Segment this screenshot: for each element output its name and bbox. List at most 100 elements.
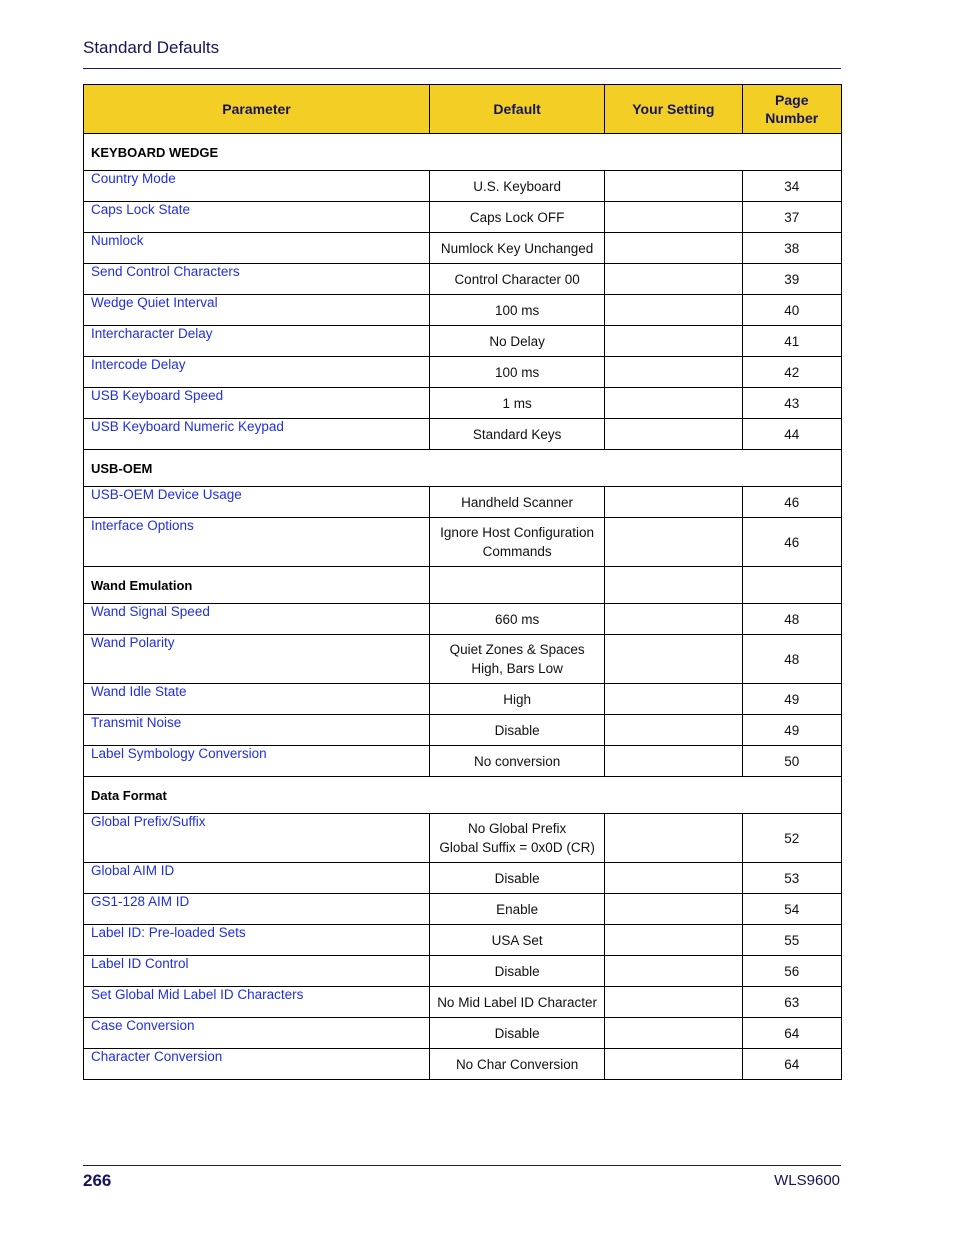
parameter-link[interactable]: Character Conversion: [91, 1049, 222, 1064]
parameter-link[interactable]: Country Mode: [91, 171, 176, 186]
table-row: USB-OEM Device Usage Handheld Scanner 46: [82, 486, 842, 518]
table-row: Set Global Mid Label ID Characters No Mid…: [82, 986, 842, 1018]
your-setting-cell: [604, 263, 743, 295]
your-setting-cell: [604, 683, 743, 715]
section-title: USB-OEM: [83, 449, 842, 487]
your-setting-cell: [604, 603, 743, 635]
default-value: 660 ms: [429, 603, 606, 635]
table-row: Country Mode U.S. Keyboard 34: [82, 170, 842, 202]
table-row: Send Control Characters Control Character…: [82, 263, 842, 295]
table-row: Wedge Quiet Interval 100 ms 40: [82, 294, 842, 326]
table-row: Label Symbology Conversion No conversion 5…: [82, 745, 842, 777]
page-number: 53: [741, 862, 842, 894]
default-value: No conversion: [429, 745, 606, 777]
your-setting-cell: [604, 387, 743, 419]
page-number: 54: [741, 893, 842, 925]
your-setting-cell: [604, 893, 743, 925]
your-setting-cell: [604, 986, 743, 1018]
your-setting-cell: [604, 955, 743, 987]
section-row-keyboard-wedge: KEYBOARD WEDGE: [83, 133, 842, 171]
table-row: Wand Signal Speed 660 ms 48: [82, 603, 842, 635]
parameter-link[interactable]: Numlock: [91, 233, 144, 248]
parameter-link[interactable]: Wand Idle State: [91, 684, 187, 699]
your-setting-cell: [604, 1048, 743, 1080]
default-value: Standard Keys: [429, 418, 606, 450]
section-title: Wand Emulation: [82, 566, 431, 604]
parameter-link[interactable]: Set Global Mid Label ID Characters: [91, 987, 303, 1002]
default-value: No Mid Label ID Character: [429, 986, 606, 1018]
page-number: 41: [741, 325, 842, 357]
page-number: 44: [741, 418, 842, 450]
parameter-link[interactable]: Global Prefix/Suffix: [91, 814, 206, 829]
section-row-usb-oem: USB-OEM: [83, 449, 842, 487]
table-row: Global AIM ID Disable 53: [82, 862, 842, 894]
default-value: No Delay: [429, 325, 606, 357]
parameter-link[interactable]: Caps Lock State: [91, 202, 190, 217]
parameter-link[interactable]: Interface Options: [91, 518, 194, 533]
default-value: No Global Prefix Global Suffix = 0x0D (CR…: [429, 813, 606, 863]
parameter-link[interactable]: Wedge Quiet Interval: [91, 295, 218, 310]
standard-defaults-table: Parameter Default Your Setting Page Numb…: [82, 84, 842, 1080]
page-number: 64: [741, 1017, 842, 1049]
page-number: 56: [741, 955, 842, 987]
your-setting-cell: [604, 294, 743, 326]
table-row: Intercode Delay 100 ms 42: [82, 356, 842, 388]
page-number: 38: [741, 232, 842, 264]
page-number: 52: [741, 813, 842, 863]
parameter-link[interactable]: Label Symbology Conversion: [91, 746, 267, 761]
table-row: USB Keyboard Speed 1 ms 43: [82, 387, 842, 419]
your-setting-cell: [604, 745, 743, 777]
page-number: 34: [741, 170, 842, 202]
parameter-link[interactable]: Case Conversion: [91, 1018, 195, 1033]
column-header-your-setting: Your Setting: [604, 84, 743, 134]
default-value: Numlock Key Unchanged: [429, 232, 606, 264]
footer-divider: [83, 1165, 841, 1166]
default-value: 100 ms: [429, 356, 606, 388]
default-value: Disable: [429, 862, 606, 894]
your-setting-cell: [604, 232, 743, 264]
table-row: Label ID Control Disable 56: [82, 955, 842, 987]
default-value: Ignore Host Configuration Commands: [429, 517, 606, 567]
parameter-link[interactable]: Intercharacter Delay: [91, 326, 213, 341]
table-row: Global Prefix/Suffix No Global Prefix Glob…: [82, 813, 842, 863]
page-number: 42: [741, 356, 842, 388]
parameter-link[interactable]: Transmit Noise: [91, 715, 181, 730]
page-number: 50: [741, 745, 842, 777]
page-number: 64: [741, 1048, 842, 1080]
default-line: No Global Prefix: [467, 821, 567, 836]
page-number: 63: [741, 986, 842, 1018]
your-setting-cell: [604, 356, 743, 388]
parameter-link[interactable]: Label ID Control: [91, 956, 189, 971]
page-number: 46: [741, 486, 842, 518]
default-value: Quiet Zones & Spaces High, Bars Low: [429, 634, 606, 684]
table-row: Caps Lock State Caps Lock OFF 37: [82, 201, 842, 233]
default-value: USA Set: [429, 924, 606, 956]
parameter-link[interactable]: GS1-128 AIM ID: [91, 894, 189, 909]
your-setting-cell: [604, 862, 743, 894]
page-number: 37: [741, 201, 842, 233]
your-setting-cell: [604, 1017, 743, 1049]
parameter-link[interactable]: Global AIM ID: [91, 863, 174, 878]
column-header-parameter: Parameter: [82, 84, 431, 134]
parameter-link[interactable]: Wand Polarity: [91, 635, 175, 650]
page-number: 49: [741, 683, 842, 715]
parameter-link[interactable]: USB Keyboard Numeric Keypad: [91, 419, 284, 434]
your-setting-cell: [604, 634, 743, 684]
your-setting-cell: [604, 486, 743, 518]
column-header-default: Default: [429, 84, 606, 134]
parameter-link[interactable]: Intercode Delay: [91, 357, 186, 372]
page-number: 46: [741, 517, 842, 567]
your-setting-cell: [604, 517, 743, 567]
default-value: 100 ms: [429, 294, 606, 326]
parameter-link[interactable]: Label ID: Pre-loaded Sets: [91, 925, 246, 940]
default-value: Enable: [429, 893, 606, 925]
parameter-link[interactable]: Send Control Characters: [91, 264, 240, 279]
table-row: Intercharacter Delay No Delay 41: [82, 325, 842, 357]
table-row: Label ID: Pre-loaded Sets USA Set 55: [82, 924, 842, 956]
parameter-link[interactable]: USB-OEM Device Usage: [91, 487, 242, 502]
parameter-link[interactable]: USB Keyboard Speed: [91, 388, 223, 403]
table-row: Interface Options Ignore Host Configurati…: [82, 517, 842, 567]
parameter-link[interactable]: Wand Signal Speed: [91, 604, 210, 619]
table-row: Wand Idle State High 49: [82, 683, 842, 715]
default-line: Global Suffix = 0x0D (CR): [439, 840, 595, 855]
